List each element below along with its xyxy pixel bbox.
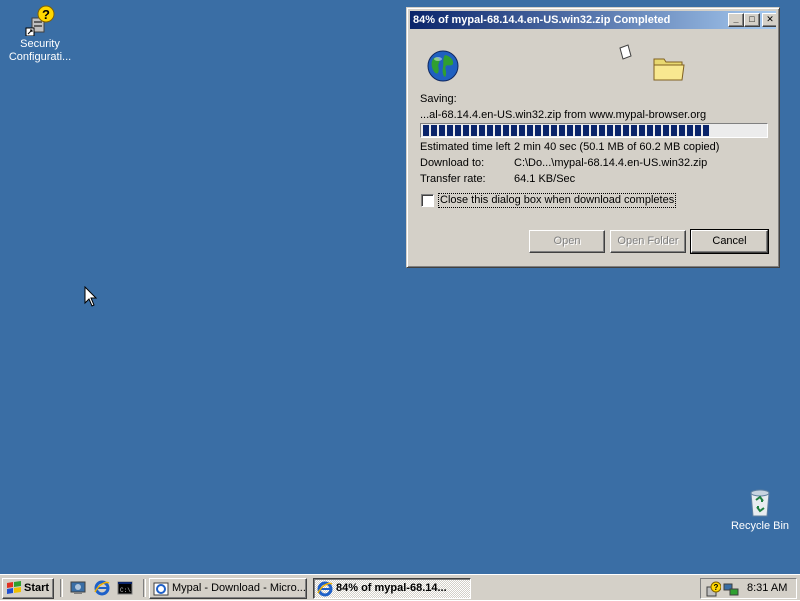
saving-label: Saving:	[420, 93, 457, 105]
close-when-done-label[interactable]: Close this dialog box when download comp…	[438, 193, 677, 208]
dialog-title: 84% of mypal-68.14.4.en-US.win32.zip Com…	[413, 14, 671, 26]
download-progress-dialog: 84% of mypal-68.14.4.en-US.win32.zip Com…	[406, 7, 780, 268]
internet-explorer-icon	[317, 581, 333, 597]
recycle-bin-icon	[744, 486, 776, 518]
taskbar-button-label: 84% of mypal-68.14...	[336, 582, 447, 594]
close-when-done-checkbox[interactable]	[421, 194, 434, 207]
desktop-icon-label: Security Configurati...	[8, 38, 72, 63]
desktop-icon-security-configuration[interactable]: ? Security Configurati...	[2, 4, 78, 64]
svg-text:C:\: C:\	[120, 587, 131, 594]
maximize-button[interactable]: □	[744, 13, 760, 27]
folder-icon	[652, 53, 686, 83]
desktop: ? Security Configurati... Recycle Bin 84…	[0, 0, 800, 574]
toolbar-grip[interactable]	[60, 579, 63, 597]
taskbar-button-mypal[interactable]: Mypal - Download - Micro...	[149, 578, 307, 599]
internet-explorer-icon[interactable]	[94, 580, 110, 596]
minimize-button[interactable]: _	[728, 13, 744, 27]
clock[interactable]: 8:31 AM	[747, 582, 787, 594]
security-configuration-icon: ?	[24, 4, 56, 37]
cancel-button[interactable]: Cancel	[690, 229, 769, 254]
security-tray-icon[interactable]: ?	[705, 581, 722, 597]
download-progress-bar	[420, 123, 768, 138]
estimated-time-value: 2 min 40 sec (50.1 MB of 60.2 MB copied)	[514, 141, 720, 153]
estimated-time-label: Estimated time left	[420, 141, 511, 153]
taskbar-button-label: Mypal - Download - Micro...	[172, 582, 306, 594]
toolbar-grip[interactable]	[143, 579, 146, 597]
dialog-titlebar[interactable]: 84% of mypal-68.14.4.en-US.win32.zip Com…	[410, 11, 776, 29]
svg-text:?: ?	[42, 7, 50, 22]
show-desktop-icon[interactable]	[70, 580, 86, 596]
open-folder-button[interactable]: Open Folder	[610, 230, 686, 253]
start-button[interactable]: Start	[2, 578, 54, 599]
taskbar: Start C:\ Mypal - Download - Micro... 84…	[0, 574, 800, 600]
taskbar-button-download[interactable]: 84% of mypal-68.14...	[313, 578, 471, 599]
saving-source: ...al-68.14.4.en-US.win32.zip from www.m…	[420, 109, 707, 121]
network-tray-icon[interactable]	[723, 581, 739, 597]
transfer-rate-label: Transfer rate:	[420, 173, 486, 185]
transfer-rate-value: 64.1 KB/Sec	[514, 173, 576, 185]
globe-icon	[426, 49, 460, 83]
system-tray: ? 8:31 AM	[700, 578, 797, 599]
start-label: Start	[24, 582, 50, 594]
mouse-cursor-icon	[84, 285, 98, 308]
open-button[interactable]: Open	[529, 230, 605, 253]
command-prompt-icon[interactable]: C:\	[117, 580, 133, 596]
download-to-value: C:\Do...\mypal-68.14.4.en-US.win32.zip	[514, 157, 708, 169]
desktop-icon-recycle-bin[interactable]: Recycle Bin	[722, 486, 798, 533]
svg-text:?: ?	[714, 583, 719, 592]
desktop-icon-label: Recycle Bin	[730, 520, 790, 532]
browser-icon	[153, 581, 169, 597]
download-to-label: Download to:	[420, 157, 485, 169]
flying-document-icon	[617, 44, 633, 62]
progress-fill	[423, 125, 711, 136]
close-button[interactable]: ✕	[762, 13, 776, 27]
windows-logo-icon	[6, 581, 22, 595]
